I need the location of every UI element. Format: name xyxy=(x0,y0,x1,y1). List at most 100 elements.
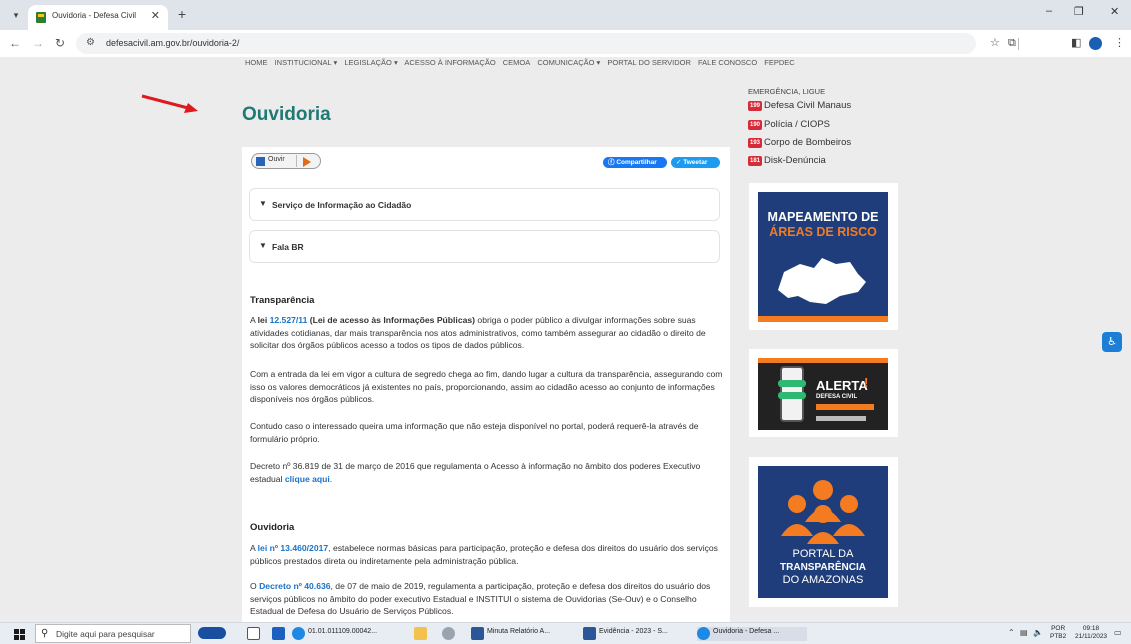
facebook-share-button[interactable]: ⓕ Compartilhar xyxy=(603,157,667,168)
new-tab-button[interactable]: + xyxy=(174,7,190,23)
paragraph-decreto-40636: O Decreto nº 40.636, de 07 de maio de 20… xyxy=(250,580,725,618)
paragraph-lei-13460: A lei nº 13.460/2017, estabelece normas … xyxy=(250,542,725,567)
phone-badge: 190 xyxy=(748,120,762,130)
chrome-icon xyxy=(697,627,710,640)
nav-item-fepdec[interactable]: FEPDEC xyxy=(764,58,794,67)
back-icon[interactable]: ← xyxy=(9,36,21,50)
clock-date: 21/11/2023 xyxy=(1075,633,1108,640)
banner-accent-bar xyxy=(758,358,888,363)
taskbar-app-chrome-ouvidoria[interactable]: Ouvidoria - Defesa ... xyxy=(697,627,807,641)
profile-avatar[interactable] xyxy=(1089,37,1102,50)
file-explorer-icon[interactable] xyxy=(272,627,286,641)
site-top-navigation: HOME INSTITUCIONAL ▾ LEGISLAÇÃO ▾ ACESSO… xyxy=(245,58,800,67)
link-lei-12527[interactable]: 12.527/11 xyxy=(270,315,308,325)
close-window-button[interactable]: ✕ xyxy=(1110,5,1119,18)
reload-icon[interactable]: ↻ xyxy=(55,36,65,50)
section-heading-transparencia: Transparência xyxy=(250,295,315,306)
facebook-share-label: Compartilhar xyxy=(616,159,657,166)
emergency-label: Defesa Civil Manaus xyxy=(764,100,852,111)
nav-item-portal-servidor[interactable]: PORTAL DO SERVIDOR xyxy=(607,58,691,67)
taskbar-app-chrome-pdf[interactable]: 01.01.011109.00042... xyxy=(292,627,400,641)
task-view-shape xyxy=(247,627,260,640)
chevron-down-icon: ▼ xyxy=(259,199,267,208)
browser-tab-active[interactable]: Ouvidoria - Defesa Civil ✕ xyxy=(28,5,168,30)
tab-search-icon[interactable]: ▾ xyxy=(8,7,24,23)
taskbar-app-word-minuta[interactable]: Minuta Relatório A... xyxy=(471,627,577,641)
site-info-icon[interactable]: ⚙ xyxy=(86,37,95,48)
maximize-button[interactable]: ❐ xyxy=(1074,5,1084,18)
accessibility-icon[interactable]: ♿ xyxy=(1102,332,1122,352)
banner-accent-bar xyxy=(758,316,888,322)
text-bold: lei xyxy=(257,315,268,325)
banner-band xyxy=(816,404,874,410)
chrome-icon xyxy=(292,627,305,640)
link-decreto-40636[interactable]: Decreto nº 40.636 xyxy=(259,581,330,591)
banner-mapeamento-areas-risco[interactable]: MAPEAMENTO DE ÁREAS DE RISCO xyxy=(749,183,898,330)
play-icon[interactable] xyxy=(303,157,311,167)
banner-subtitle: ÁREAS DE RISCO xyxy=(769,225,877,239)
taskbar-app-word-evidencia[interactable]: Evidência - 2023 - S... xyxy=(583,627,691,641)
search-icon: ⚲ xyxy=(41,628,49,639)
accordion-fala-br[interactable]: ▼ Fala BR xyxy=(249,230,720,263)
menu-kebab-icon[interactable]: ⋮ xyxy=(1114,37,1125,49)
cortana-shape xyxy=(198,627,226,639)
windows-taskbar: ⚲ Digite aqui para pesquisar 01.01.01110… xyxy=(0,622,1131,644)
app-icon[interactable] xyxy=(442,627,456,641)
notifications-icon[interactable]: ▭ xyxy=(1114,628,1122,637)
bookmark-star-icon[interactable]: ☆ xyxy=(990,37,1000,49)
amazonas-map-icon xyxy=(778,258,866,304)
emergency-label: Corpo de Bombeiros xyxy=(764,137,852,148)
extensions-icon[interactable]: ⧉ xyxy=(1008,37,1016,49)
banner-image: MAPEAMENTO DE ÁREAS DE RISCO xyxy=(758,192,888,322)
text-bold: (Lei de acesso às Informações Públicas) xyxy=(307,315,476,325)
ouvir-divider xyxy=(296,155,297,167)
tray-chevron-icon[interactable]: ⌃ xyxy=(1008,628,1015,637)
address-bar[interactable]: ⚙ defesacivil.am.gov.br/ouvidoria-2/ xyxy=(76,33,976,54)
paragraph-cultura-transparencia: Com a entrada da lei em vigor a cultura … xyxy=(250,369,723,404)
taskbar-search-box[interactable]: ⚲ Digite aqui para pesquisar xyxy=(35,624,191,643)
taskbar-app-label: 01.01.011109.00042... xyxy=(308,628,378,635)
nav-item-legislacao[interactable]: LEGISLAÇÃO ▾ xyxy=(344,58,397,67)
forward-icon[interactable]: → xyxy=(32,36,44,50)
url-text[interactable]: defesacivil.am.gov.br/ouvidoria-2/ xyxy=(106,38,239,48)
nav-item-cemoa[interactable]: CEMOA xyxy=(503,58,531,67)
banner-title-bold: TRANSPARÊNCIA xyxy=(780,562,866,573)
paragraph-lei-acesso: A lei 12.527/11 (Lei de acesso às Inform… xyxy=(250,314,725,352)
banner-portal-transparencia[interactable]: PORTAL DA TRANSPARÊNCIA DO AMAZONAS xyxy=(749,457,898,607)
banner-title: ALERTA xyxy=(816,378,868,393)
nav-item-institucional[interactable]: INSTITUCIONAL ▾ xyxy=(275,58,338,67)
nav-item-fale-conosco[interactable]: FALE CONOSCO xyxy=(698,58,757,67)
twitter-share-label: Tweetar xyxy=(683,159,708,166)
tab-close-icon[interactable]: ✕ xyxy=(151,9,160,22)
tab-title: Ouvidoria - Defesa Civil xyxy=(52,11,137,20)
nav-item-home[interactable]: HOME xyxy=(245,58,268,67)
emergency-label: Polícia / CIOPS xyxy=(764,119,830,130)
nav-item-comunicacao[interactable]: COMUNICAÇÃO ▾ xyxy=(537,58,600,67)
task-view-icon[interactable] xyxy=(247,627,261,641)
banner-image: ALERTA ! DEFESA CIVIL xyxy=(758,358,888,430)
accordion-label: Serviço de Informação ao Cidadão xyxy=(272,200,412,210)
language-indicator[interactable]: POR PTB2 xyxy=(1050,625,1066,641)
network-icon[interactable]: ▤ xyxy=(1020,628,1028,637)
ouvir-audio-button[interactable]: Ouvir xyxy=(251,153,321,169)
banner-alerta-defesa-civil[interactable]: ALERTA ! DEFESA CIVIL xyxy=(749,349,898,437)
folder-icon[interactable] xyxy=(414,627,428,641)
text: A xyxy=(250,315,258,325)
sidepanel-icon[interactable]: ◧ xyxy=(1071,37,1081,49)
system-clock[interactable]: 09:18 21/11/2023 xyxy=(1075,625,1107,641)
word-icon xyxy=(583,627,596,640)
phone-badge: 199 xyxy=(748,101,762,111)
cortana-icon[interactable] xyxy=(198,627,226,641)
section-heading-ouvidoria: Ouvidoria xyxy=(250,522,295,533)
windows-start-icon[interactable] xyxy=(14,629,25,640)
banner-subtitle: DEFESA CIVIL xyxy=(816,394,858,400)
volume-icon[interactable]: 🔈 xyxy=(1033,628,1043,637)
paragraph-formulario: Contudo caso o interessado queira uma in… xyxy=(250,421,699,444)
nav-item-acesso-informacao[interactable]: ACESSO À INFORMAÇÃO xyxy=(404,58,495,67)
twitter-share-button[interactable]: ✓ Tweetar xyxy=(671,157,720,168)
accordion-sic[interactable]: ▼ Serviço de Informação ao Cidadão xyxy=(249,188,720,221)
toolbar-divider xyxy=(1018,38,1019,50)
link-lei-13460[interactable]: lei nº 13.460/2017 xyxy=(258,543,329,553)
link-clique-aqui[interactable]: clique aqui xyxy=(285,474,330,484)
minimize-button[interactable]: – xyxy=(1046,5,1052,17)
